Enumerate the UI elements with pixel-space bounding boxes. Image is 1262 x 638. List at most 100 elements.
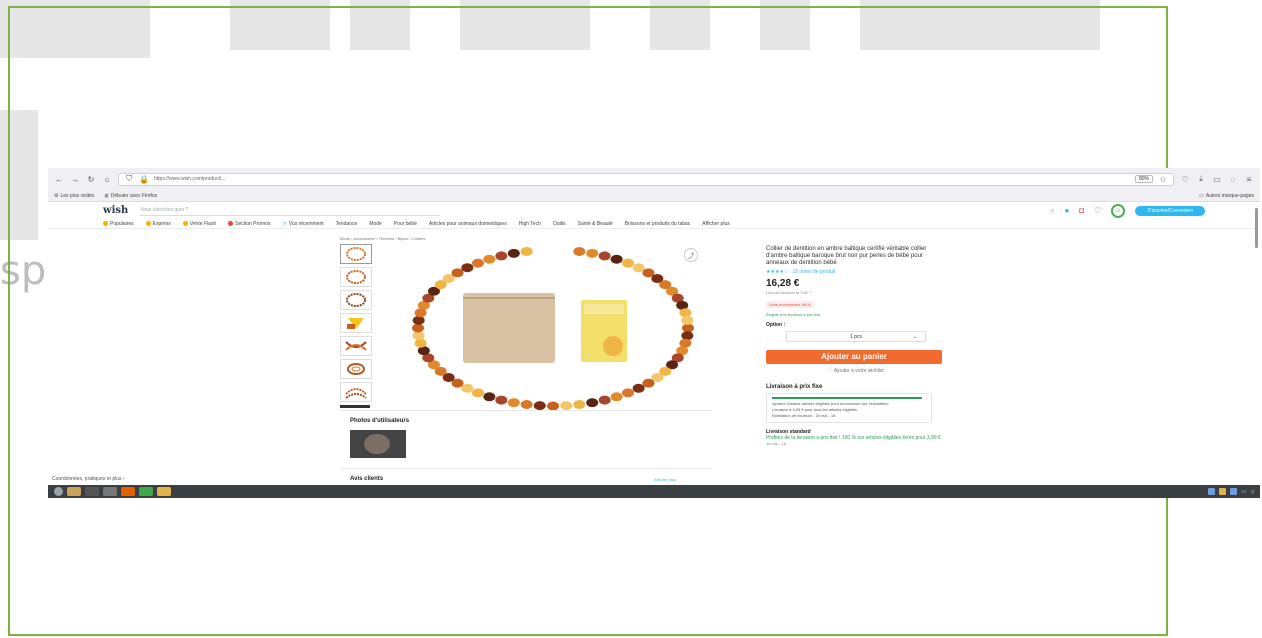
firefox-icon: ◍ bbox=[104, 192, 109, 199]
option-select[interactable]: 1 pcs ⌄ bbox=[786, 331, 926, 342]
search-input[interactable]: Vous cherchez quoi ? bbox=[140, 205, 441, 216]
avatar[interactable]: ☺ bbox=[1111, 203, 1126, 218]
star-icon[interactable]: ☆ bbox=[1158, 175, 1168, 184]
cat-high-tech[interactable]: High Tech bbox=[519, 221, 541, 227]
files-icon[interactable] bbox=[67, 487, 81, 496]
back-icon[interactable]: ← bbox=[54, 175, 64, 184]
system-tray: ▭ ◁ bbox=[1208, 488, 1254, 495]
start-menu-icon[interactable] bbox=[54, 487, 63, 496]
necklace-bead bbox=[483, 392, 496, 402]
necklace-bead bbox=[573, 400, 586, 410]
product-title: Collier de dentition en ambre baltique c… bbox=[766, 246, 927, 266]
menu-icon[interactable]: ≡ bbox=[1244, 175, 1254, 184]
network-icon[interactable]: ▭ bbox=[1241, 489, 1246, 495]
folder-icon[interactable] bbox=[157, 487, 171, 496]
rating[interactable]: ★★★★☆ 18 notes de produit bbox=[766, 269, 946, 275]
cat-boissons-tabac[interactable]: Boissons et produits du tabac bbox=[625, 221, 691, 227]
user-photo[interactable] bbox=[350, 430, 406, 458]
thumbnail[interactable] bbox=[340, 313, 372, 333]
spreadsheet-icon[interactable] bbox=[139, 487, 153, 496]
bookmark-most-visited[interactable]: ⚙ Les plus visités bbox=[54, 193, 94, 199]
cat-mode[interactable]: Mode bbox=[369, 221, 382, 227]
clock-icon: ◷ bbox=[282, 220, 287, 227]
app-icon[interactable]: ● bbox=[1064, 206, 1069, 215]
url-text[interactable]: https://www.wish.com/product/... bbox=[154, 176, 1130, 182]
necklace-bead bbox=[560, 401, 573, 411]
necklace-bead bbox=[622, 258, 635, 268]
necklace-bead bbox=[461, 263, 474, 273]
download-icon[interactable]: ⤓ bbox=[1196, 174, 1206, 184]
gear-icon: ⚙ bbox=[54, 192, 59, 199]
volume-icon[interactable]: ◁ bbox=[1250, 489, 1254, 495]
extensions-icon[interactable]: ▭ bbox=[1212, 175, 1222, 184]
cat-section-promos[interactable]: Section Promos bbox=[228, 221, 270, 227]
cat-vus-recemment[interactable]: ◷ Vus récemment bbox=[282, 221, 323, 227]
necklace-bead bbox=[412, 315, 425, 325]
necklace-bead bbox=[598, 395, 611, 405]
necklace-bead bbox=[507, 248, 520, 258]
cat-afficher-plus[interactable]: Afficher plus bbox=[702, 221, 729, 227]
account-icon[interactable]: ◌ bbox=[1228, 175, 1238, 184]
necklace-bead bbox=[495, 395, 508, 405]
cat-pour-bebe[interactable]: Pour bébé bbox=[394, 221, 417, 227]
status-text: Coordonnées, pratiques et plus › bbox=[52, 476, 125, 482]
necklace-bead bbox=[471, 388, 484, 398]
settings-icon[interactable] bbox=[103, 487, 117, 496]
shipping-progress bbox=[772, 397, 922, 399]
home-icon[interactable]: ⌂ bbox=[102, 175, 112, 184]
cat-vente-flash[interactable]: Vente Flash bbox=[182, 221, 216, 227]
info-icon[interactable]: ⓘ bbox=[809, 290, 813, 295]
product-image bbox=[412, 246, 694, 411]
necklace-bead bbox=[642, 378, 655, 388]
page-scrollbar[interactable] bbox=[1255, 208, 1258, 248]
bookmark-getting-started[interactable]: ◍ Débuter avec Firefox bbox=[104, 193, 157, 199]
pocket-icon[interactable]: ♡ bbox=[1180, 175, 1190, 184]
url-bar[interactable]: ⛉ 🔒 https://www.wish.com/product/... 80%… bbox=[118, 172, 1174, 186]
forward-icon[interactable]: → bbox=[70, 175, 80, 184]
cat-sante-beaute[interactable]: Santé & Beauté bbox=[578, 221, 613, 227]
add-to-wishlist-button[interactable]: ♡ Ajouter à votre wishlist bbox=[766, 368, 946, 374]
necklace-bead bbox=[520, 400, 533, 410]
necklace-bead bbox=[573, 246, 586, 256]
necklace-bead bbox=[622, 388, 635, 398]
thumbnail[interactable] bbox=[340, 244, 372, 264]
tray-icon[interactable] bbox=[1208, 488, 1216, 495]
zoom-level[interactable]: 80% bbox=[1134, 175, 1153, 183]
firefox-icon[interactable] bbox=[121, 487, 135, 496]
reviews-more-link[interactable]: Afficher plus bbox=[654, 477, 676, 482]
thumbnail[interactable] bbox=[340, 359, 372, 379]
standard-shipping-text: Profitez de la livraison à prix fixe ! 1… bbox=[766, 435, 941, 441]
thumbnail-scroll-indicator bbox=[340, 405, 370, 408]
thumbnail[interactable] bbox=[340, 382, 372, 402]
cat-animaux[interactable]: Articles pour animaux domestiques bbox=[429, 221, 507, 227]
cat-populaires[interactable]: Populaires bbox=[103, 221, 134, 227]
necklace-bead bbox=[598, 251, 611, 261]
terminal-icon[interactable] bbox=[85, 487, 99, 496]
search-icon[interactable]: ⌕ bbox=[1050, 206, 1054, 216]
browser-toolbar: ← → ↻ ⌂ ⛉ 🔒 https://www.wish.com/product… bbox=[48, 168, 1260, 190]
cart-icon[interactable]: ◘ bbox=[1079, 206, 1084, 215]
tray-icon[interactable] bbox=[1230, 488, 1238, 495]
tray-icon[interactable] bbox=[1219, 488, 1227, 495]
wish-logo[interactable]: wish bbox=[103, 205, 128, 216]
share-icon[interactable]: ⤴ bbox=[684, 248, 698, 262]
product-panel: Collier de dentition en ambre baltique c… bbox=[766, 246, 946, 446]
necklace-bead bbox=[586, 248, 599, 258]
reload-icon[interactable]: ↻ bbox=[86, 175, 96, 184]
flat-shipping-line2: Livraison à 3,99 € pour tous les article… bbox=[772, 407, 857, 412]
cat-express[interactable]: Express bbox=[145, 221, 171, 227]
divider bbox=[340, 468, 712, 469]
thumbnail[interactable] bbox=[340, 336, 372, 356]
signin-button[interactable]: S'inscrire/Connexion bbox=[1135, 205, 1205, 216]
necklace-bead bbox=[520, 246, 533, 256]
cat-outils[interactable]: Outils bbox=[553, 221, 566, 227]
add-to-cart-button[interactable]: Ajouter au panier bbox=[766, 350, 942, 364]
cat-tendance[interactable]: Tendance bbox=[336, 221, 358, 227]
heart-icon[interactable]: ♡ bbox=[1094, 206, 1101, 215]
review-count[interactable]: 18 notes de produit bbox=[792, 269, 835, 275]
standard-shipping-date: 16 mai - 18 bbox=[766, 441, 787, 446]
thumbnail[interactable] bbox=[340, 290, 372, 310]
category-nav: Populaires Express Vente Flash Section P… bbox=[48, 219, 1260, 229]
other-bookmarks[interactable]: ▭ Autres marque-pages bbox=[1199, 193, 1254, 199]
thumbnail[interactable] bbox=[340, 267, 372, 287]
